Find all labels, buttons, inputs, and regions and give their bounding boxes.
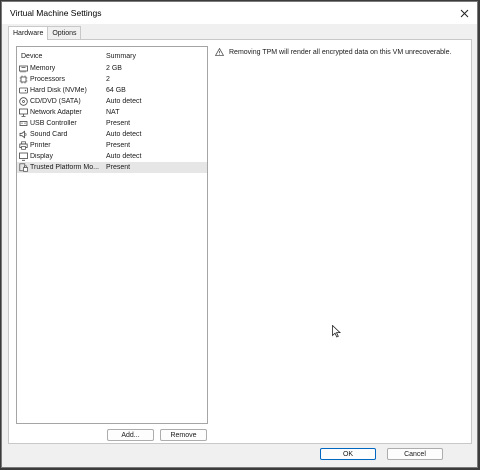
device-name: Hard Disk (NVMe) bbox=[30, 87, 87, 94]
warning-icon bbox=[215, 48, 224, 56]
cd-dvd-icon bbox=[19, 97, 28, 106]
device-row-sound-card[interactable]: Sound Card Auto detect bbox=[17, 129, 207, 140]
tpm-warning: Removing TPM will render all encrypted d… bbox=[215, 48, 451, 56]
device-row-memory[interactable]: Memory 2 GB bbox=[17, 63, 207, 74]
device-summary: 64 GB bbox=[106, 87, 126, 94]
tab-hardware[interactable]: Hardware bbox=[8, 26, 49, 40]
tab-strip: Hardware Options bbox=[8, 26, 82, 40]
device-summary: 2 bbox=[106, 76, 110, 83]
tab-content-hardware: Device Summary Memory 2 GB Processors 2 … bbox=[8, 39, 472, 444]
device-summary: Present bbox=[106, 142, 131, 149]
device-row-processors[interactable]: Processors 2 bbox=[17, 74, 207, 85]
add-device-button[interactable]: Add... bbox=[107, 429, 154, 441]
close-icon bbox=[460, 9, 468, 17]
display-icon bbox=[19, 152, 28, 161]
device-name: USB Controller bbox=[30, 120, 77, 127]
hard-disk-icon bbox=[19, 87, 28, 94]
device-row-display[interactable]: Display Auto detect bbox=[17, 151, 207, 162]
tpm-icon bbox=[19, 163, 28, 172]
device-list[interactable]: Device Summary Memory 2 GB Processors 2 … bbox=[16, 46, 208, 424]
device-row-network-adapter[interactable]: Network Adapter NAT bbox=[17, 107, 207, 118]
close-button[interactable] bbox=[455, 4, 473, 22]
sound-icon bbox=[19, 130, 27, 139]
device-summary: NAT bbox=[106, 109, 120, 116]
cancel-button[interactable]: Cancel bbox=[387, 448, 443, 460]
device-row-printer[interactable]: Printer Present bbox=[17, 140, 207, 151]
remove-device-button[interactable]: Remove bbox=[160, 429, 207, 441]
vm-settings-window: Virtual Machine Settings Hardware Option… bbox=[1, 1, 478, 468]
device-name: Trusted Platform Mo... bbox=[30, 164, 99, 171]
device-name: Display bbox=[30, 153, 53, 160]
device-name: Network Adapter bbox=[30, 109, 82, 116]
list-header: Device Summary bbox=[17, 49, 207, 63]
memory-icon bbox=[19, 65, 28, 73]
device-summary: Present bbox=[106, 164, 131, 171]
usb-icon bbox=[19, 121, 28, 126]
device-summary: Auto detect bbox=[106, 98, 142, 105]
ok-button[interactable]: OK bbox=[320, 448, 376, 460]
title-bar[interactable]: Virtual Machine Settings bbox=[2, 2, 477, 24]
network-icon bbox=[19, 108, 28, 117]
device-row-trusted-platform-module[interactable]: Trusted Platform Mo... Present bbox=[17, 162, 207, 173]
device-row-cd-dvd[interactable]: CD/DVD (SATA) Auto detect bbox=[17, 96, 207, 107]
tab-options[interactable]: Options bbox=[47, 26, 82, 39]
window-title: Virtual Machine Settings bbox=[10, 8, 102, 18]
processor-icon bbox=[19, 75, 28, 84]
column-header-summary[interactable]: Summary bbox=[103, 53, 207, 60]
warning-text: Removing TPM will render all encrypted d… bbox=[229, 48, 452, 56]
device-name: Sound Card bbox=[30, 131, 68, 138]
device-row-usb-controller[interactable]: USB Controller Present bbox=[17, 118, 207, 129]
device-name: Printer bbox=[30, 142, 51, 149]
device-summary: Present bbox=[106, 120, 131, 127]
column-header-device[interactable]: Device bbox=[17, 53, 103, 60]
device-summary: Auto detect bbox=[106, 153, 142, 160]
device-name: CD/DVD (SATA) bbox=[30, 98, 81, 105]
printer-icon bbox=[19, 141, 28, 150]
device-name: Memory bbox=[30, 65, 56, 72]
dialog-footer: OK Cancel bbox=[2, 442, 477, 467]
device-summary: Auto detect bbox=[106, 131, 142, 138]
mouse-cursor-icon bbox=[332, 325, 341, 338]
device-name: Processors bbox=[30, 76, 66, 83]
device-row-hard-disk[interactable]: Hard Disk (NVMe) 64 GB bbox=[17, 85, 207, 96]
device-summary: 2 GB bbox=[106, 65, 122, 72]
